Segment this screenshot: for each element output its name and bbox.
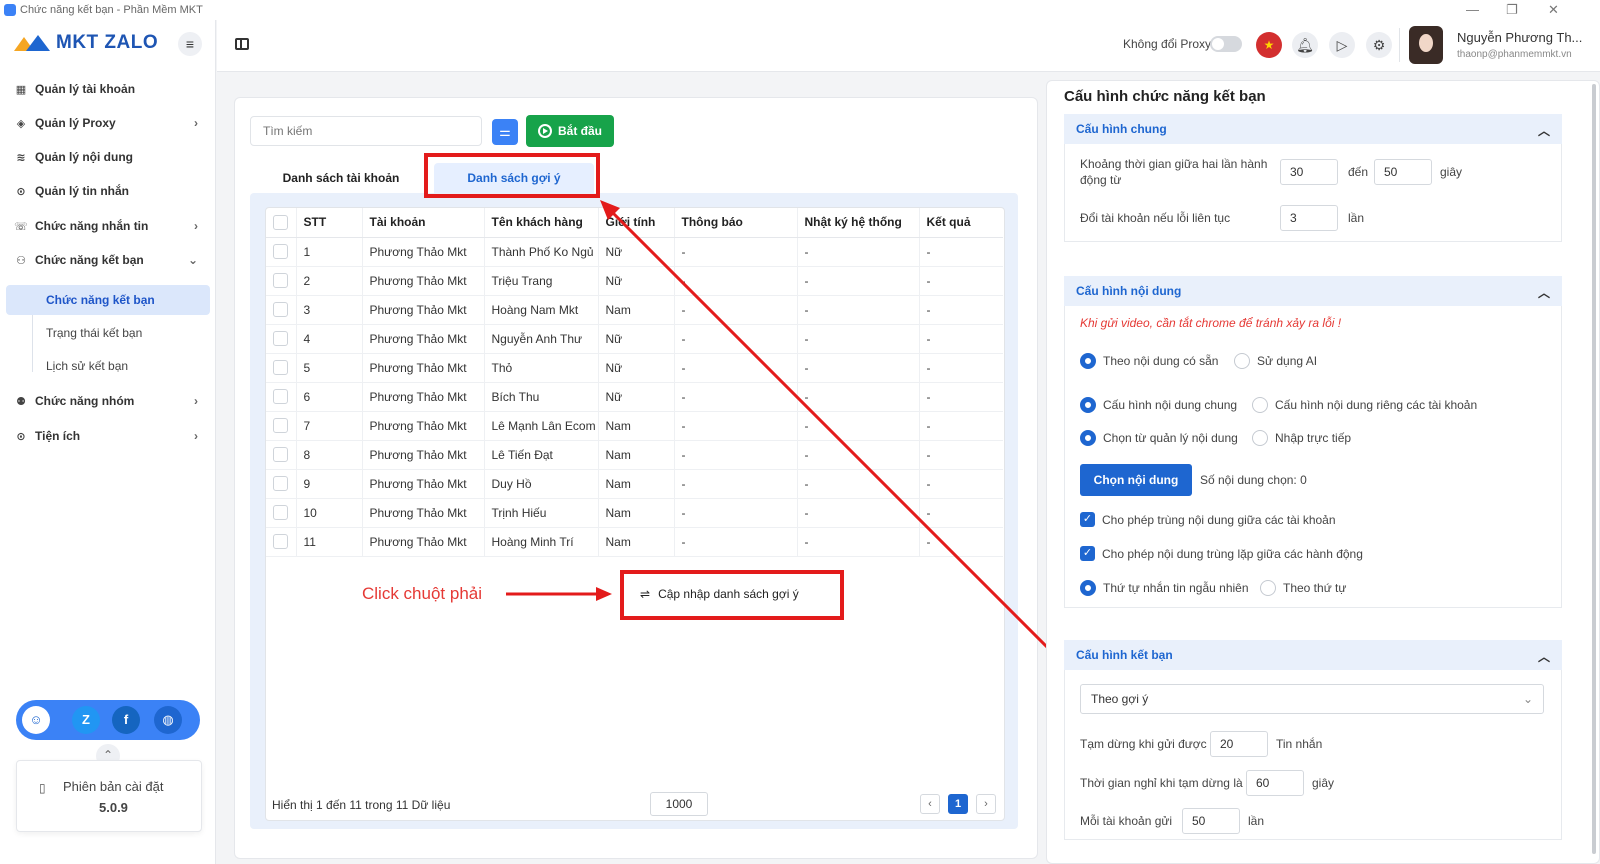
config-title: Cấu hình chức năng kết bạn: [1064, 88, 1266, 105]
video-warning: Khi gửi video, cần tắt chrome để tránh x…: [1080, 316, 1342, 330]
radio-random-order[interactable]: Thứ tự nhắn tin ngẫu nhiên: [1080, 580, 1249, 596]
radio-available-content[interactable]: Theo nội dung có sẵn: [1080, 353, 1218, 369]
radio-off: [1234, 353, 1250, 369]
checkbox-allow-dup-actions[interactable]: ✓ Cho phép nội dung trùng lặp giữa các hà…: [1080, 546, 1363, 561]
section-content-body: [1064, 306, 1562, 608]
switch-account-label: Đổi tài khoản nếu lỗi liên tục: [1080, 211, 1231, 225]
section-content-header[interactable]: Cấu hình nội dung ︿: [1064, 276, 1562, 306]
radio-common-content[interactable]: Cấu hình nội dung chung: [1080, 397, 1237, 413]
chevron-up-icon: ︿: [1537, 650, 1550, 664]
arrowhead: [596, 587, 612, 601]
switch-account-input[interactable]: 3: [1280, 205, 1338, 231]
rest-unit: giây: [1312, 776, 1335, 790]
pick-content-button[interactable]: Chọn nội dung: [1080, 464, 1192, 496]
radio-separate-content[interactable]: Cấu hình nội dung riêng các tài khoản: [1252, 397, 1477, 413]
per-account-label: Mỗi tài khoản gửi: [1080, 814, 1173, 828]
picked-count: Số nội dung chọn: 0: [1200, 473, 1307, 487]
interval-label: Khoảng thời gian giữa hai lần hành động …: [1080, 157, 1268, 187]
chevron-up-icon: ︿: [1537, 124, 1550, 138]
seconds-label: giây: [1440, 165, 1463, 179]
radio-from-manager[interactable]: Chọn từ quản lý nội dung: [1080, 430, 1238, 446]
radio-on: [1080, 580, 1096, 596]
checkbox-allow-dup-accounts[interactable]: ✓ Cho phép trùng nội dung giữa các tài kh…: [1080, 512, 1336, 527]
radio-off: [1260, 580, 1276, 596]
chevron-up-icon: ︿: [1537, 286, 1550, 300]
chevron-down-icon: ⌄: [1522, 692, 1533, 706]
per-account-input[interactable]: 50: [1182, 808, 1240, 834]
times-label: lần: [1348, 211, 1365, 225]
per-account-unit: lần: [1248, 814, 1265, 828]
interval-from-input[interactable]: 30: [1280, 159, 1338, 185]
friend-mode-select[interactable]: Theo gợi ý ⌄: [1080, 684, 1544, 714]
radio-use-ai[interactable]: Sử dụng AI: [1234, 353, 1317, 369]
checkbox-checked-icon: ✓: [1080, 512, 1095, 527]
radio-off: [1252, 430, 1268, 446]
section-friend-header[interactable]: Cấu hình kết bạn ︿: [1064, 640, 1562, 670]
rest-input[interactable]: 60: [1246, 770, 1304, 796]
radio-on: [1080, 430, 1096, 446]
highlight-context-menu: [620, 570, 844, 620]
config-scrollbar[interactable]: [1592, 84, 1596, 854]
rest-label: Thời gian nghỉ khi tạm dừng là: [1080, 776, 1243, 790]
radio-off: [1252, 397, 1268, 413]
checkbox-checked-icon: ✓: [1080, 546, 1095, 561]
radio-on: [1080, 397, 1096, 413]
interval-to-input[interactable]: 50: [1374, 159, 1432, 185]
pause-input[interactable]: 20: [1210, 731, 1268, 757]
highlight-suggestion-tab: [424, 153, 600, 198]
radio-sequential-order[interactable]: Theo thứ tự: [1260, 580, 1346, 596]
to-label: đến: [1348, 165, 1369, 179]
section-general-header[interactable]: Cấu hình chung ︿: [1064, 114, 1562, 144]
pause-label: Tạm dừng khi gửi được: [1080, 737, 1207, 751]
radio-on: [1080, 353, 1096, 369]
radio-direct-input[interactable]: Nhập trực tiếp: [1252, 430, 1351, 446]
pause-unit: Tin nhắn: [1276, 737, 1323, 751]
